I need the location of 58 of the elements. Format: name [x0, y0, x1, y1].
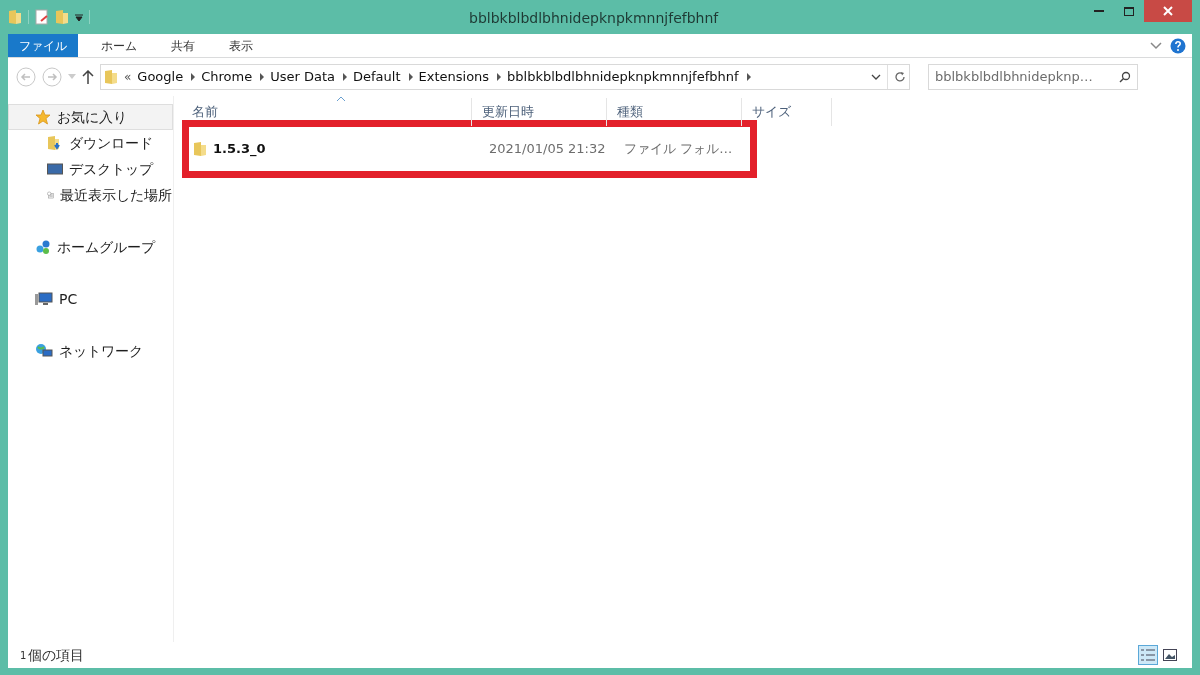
- breadcrumb-segment[interactable]: Default: [353, 67, 401, 87]
- breadcrumb-segment[interactable]: Google: [137, 67, 184, 87]
- close-button[interactable]: [1144, 0, 1192, 22]
- modified-date: 2021/01/05 21:32: [488, 140, 607, 159]
- status-text: 個の項目: [28, 645, 85, 665]
- ribbon-tab[interactable]: 表示: [218, 34, 264, 57]
- help-icon[interactable]: [1170, 37, 1186, 54]
- computer-icon: [35, 291, 53, 307]
- file-type: ファイル フォル…: [623, 140, 734, 159]
- network-icon: [35, 343, 53, 359]
- nav-item[interactable]: ネットワーク: [8, 338, 173, 364]
- properties-icon[interactable]: [35, 9, 49, 25]
- column-header[interactable]: 種類: [607, 98, 742, 126]
- desktop-icon: [47, 162, 63, 176]
- ribbon-tab[interactable]: ファイル: [8, 34, 78, 57]
- item-count: 1: [20, 648, 27, 663]
- dropdown-icon[interactable]: [75, 13, 83, 21]
- ribbon-tab[interactable]: ホーム: [90, 34, 148, 57]
- up-arrow-icon[interactable]: [82, 70, 94, 84]
- refresh-icon[interactable]: [894, 71, 906, 83]
- file-name: 1.5.3_0: [213, 140, 266, 159]
- nav-item[interactable]: ホームグループ: [8, 234, 173, 260]
- folder-icon: [104, 69, 118, 85]
- chevron-right-icon[interactable]: [260, 73, 265, 81]
- picture-icon: [1163, 649, 1177, 661]
- chevron-down-icon[interactable]: [871, 74, 881, 80]
- homegroup-icon: [35, 239, 51, 255]
- search-icon: [1119, 71, 1131, 83]
- star-icon: [35, 109, 51, 125]
- download-folder-icon: [47, 135, 63, 151]
- address-bar[interactable]: « Google Chrome User Data Default Extensions bblbkblbdlbhnidepknpkmnnjfefbhnf: [100, 64, 910, 90]
- file-row[interactable]: 1.5.3_0 2021/01/05 21:32 ファイル フォル…: [182, 120, 757, 178]
- breadcrumb-segment[interactable]: User Data: [270, 67, 335, 87]
- column-header[interactable]: 更新日時: [472, 98, 607, 126]
- chevron-right-icon[interactable]: [497, 73, 502, 81]
- chevron-right-icon[interactable]: [408, 73, 413, 81]
- nav-item[interactable]: 最近表示した場所: [8, 182, 173, 208]
- overflow-chevron[interactable]: «: [124, 68, 132, 86]
- search-field[interactable]: bblbkblbdlbhnidepknp…: [928, 64, 1138, 90]
- chevron-right-icon[interactable]: [191, 73, 196, 81]
- folder-icon: [8, 9, 22, 25]
- nav-item[interactable]: PC: [8, 286, 173, 312]
- chevron-right-icon[interactable]: [343, 73, 347, 81]
- folder-icon: [193, 141, 207, 157]
- nav-item[interactable]: ダウンロード: [8, 130, 173, 156]
- details-view-icon: [1141, 649, 1155, 661]
- nav-item[interactable]: お気に入り: [8, 104, 173, 130]
- column-header[interactable]: 名前: [182, 98, 472, 126]
- breadcrumb-segment[interactable]: Extensions: [418, 67, 490, 87]
- column-header[interactable]: サイズ: [742, 98, 832, 126]
- chevron-right-icon[interactable]: [746, 73, 751, 81]
- window-title: bblbkblbdlbhnidepknpkmnnjfefbhnf: [469, 9, 719, 28]
- nav-item[interactable]: デスクトップ: [8, 156, 173, 182]
- new-folder-icon: [55, 9, 69, 25]
- breadcrumb-segment[interactable]: Chrome: [201, 67, 253, 87]
- ribbon-tab[interactable]: 共有: [160, 34, 206, 57]
- close-icon: [1163, 6, 1173, 16]
- breadcrumb-segment[interactable]: bblbkblbdlbhnidepknpkmnnjfefbhnf: [507, 67, 739, 87]
